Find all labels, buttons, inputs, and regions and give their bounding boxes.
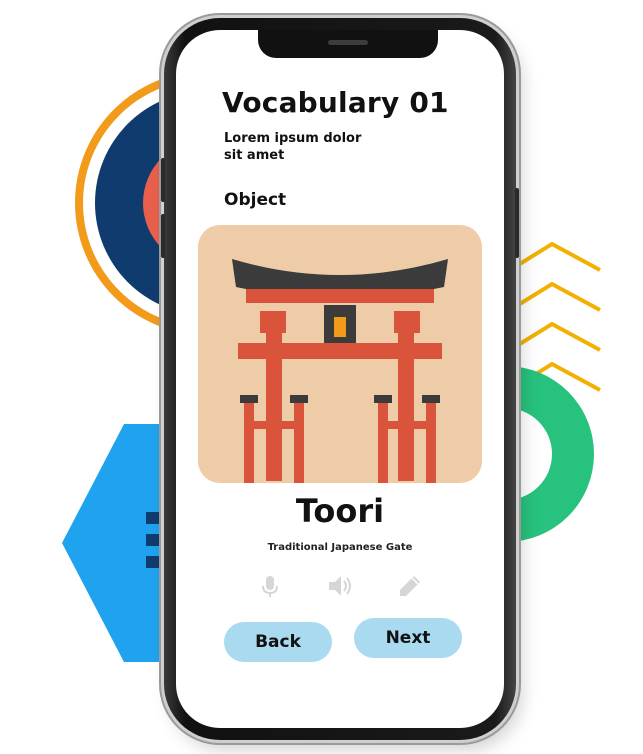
vocabulary-meaning: Traditional Japanese Gate — [267, 542, 413, 553]
microphone-icon[interactable] — [256, 572, 284, 600]
category-label: Object — [224, 190, 287, 210]
pencil-icon[interactable] — [396, 572, 424, 600]
phone-side-button — [161, 158, 165, 202]
torii-gate-illustration — [232, 259, 448, 483]
decorative-ring-right — [506, 338, 596, 570]
torii-top-beam — [246, 289, 434, 303]
torii-right-pillar — [398, 329, 414, 481]
phone-frame: Vocabulary 01 Lorem ipsum dolor sit amet… — [161, 18, 519, 740]
action-icon-row — [176, 572, 504, 600]
stage: Vocabulary 01 Lorem ipsum dolor sit amet… — [0, 0, 643, 754]
vocabulary-word: Toori — [295, 492, 385, 530]
phone-side-button — [161, 214, 165, 258]
torii-left-pillar — [266, 329, 282, 481]
speaker-icon[interactable] — [326, 572, 354, 600]
phone-notch — [258, 30, 438, 58]
lesson-subtitle: Lorem ipsum dolor sit amet — [224, 131, 362, 163]
app-screen: Vocabulary 01 Lorem ipsum dolor sit amet… — [176, 30, 504, 728]
lesson-title: Vocabulary 01 — [222, 86, 449, 119]
earpiece-speaker — [328, 40, 368, 45]
back-button[interactable]: Back — [224, 622, 332, 662]
next-button[interactable]: Next — [354, 618, 462, 658]
phone-power-button — [515, 188, 519, 258]
vocabulary-image-card — [198, 225, 482, 483]
